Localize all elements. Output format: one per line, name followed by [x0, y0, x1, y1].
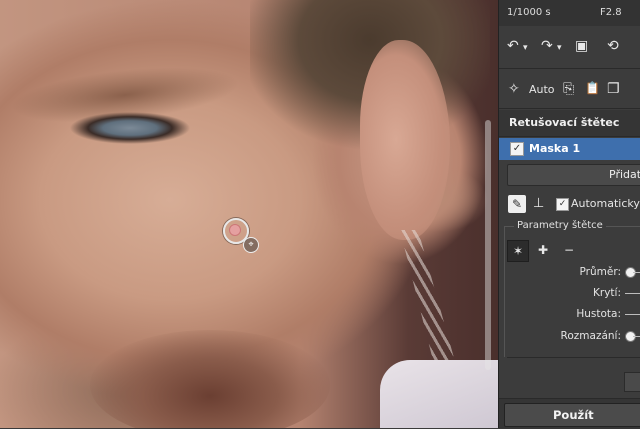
- density-label: Hustota:: [576, 308, 621, 320]
- copy-icon[interactable]: ⎘: [563, 81, 574, 97]
- redo-icon[interactable]: ↷: [541, 38, 553, 54]
- brush-modes: ✶ ✚ −: [507, 240, 640, 262]
- clone-source-icon: ⌖: [243, 237, 259, 253]
- right-panel: 1/1000 s F2.8 ↶ ▾ ↷ ▾ ▣ ⟲ ✧ Auto ⎘ 📋 ❐ R…: [498, 0, 640, 429]
- brush-mode-icon[interactable]: ✎: [508, 195, 526, 213]
- apply-label: Použít: [553, 408, 594, 422]
- mask-checkbox[interactable]: ✓: [510, 142, 524, 156]
- clone-stamp-icon[interactable]: ⊥: [533, 196, 544, 211]
- paste-icon[interactable]: 📋: [585, 81, 600, 95]
- photo-eye: [50, 108, 210, 150]
- photo-mouth: [90, 330, 330, 428]
- apply-bar: Použít: [499, 398, 640, 429]
- size-label: Průměr:: [579, 266, 621, 278]
- feather-label: Rozmazání:: [560, 330, 621, 342]
- brush-add-icon[interactable]: ✶: [507, 240, 529, 262]
- rotate-icon[interactable]: ⟲: [607, 38, 619, 54]
- add-mask-label: Přidat: [609, 168, 640, 181]
- auto-heal-checkbox[interactable]: ✓: [556, 198, 569, 211]
- redo-menu-icon[interactable]: ▾: [557, 43, 562, 53]
- tool-options-row: ✎ ⊥ ✓ Automaticky h: [499, 192, 640, 218]
- density-slider-track[interactable]: [625, 314, 640, 315]
- duplicate-icon[interactable]: ❐: [607, 81, 620, 97]
- mask-label: Maska 1: [529, 142, 581, 155]
- brush-plus-icon[interactable]: ✚: [533, 240, 553, 260]
- undo-menu-icon[interactable]: ▾: [523, 43, 528, 53]
- image-icon[interactable]: ▣: [575, 38, 588, 54]
- brush-params-title: Parametry štětce: [514, 220, 606, 231]
- tool-section-header[interactable]: Retušovací štětec: [499, 110, 640, 137]
- history-toolbar: ↶ ▾ ↷ ▾ ▣ ⟲: [499, 30, 640, 69]
- exif-info-bar: 1/1000 s F2.8: [499, 0, 640, 26]
- feather-slider-track[interactable]: [633, 336, 640, 337]
- shutter-speed: 1/1000 s: [507, 7, 551, 18]
- aperture-value: F2.8: [600, 7, 622, 18]
- brush-minus-icon[interactable]: −: [559, 240, 579, 260]
- auto-icon[interactable]: ✧: [508, 81, 520, 97]
- tool-title: Retušovací štětec: [509, 116, 620, 129]
- photo-shirt: [380, 360, 498, 428]
- auto-heal-label: Automaticky h: [571, 197, 640, 210]
- undo-icon[interactable]: ↶: [507, 38, 519, 54]
- add-mask-button[interactable]: Přidat: [507, 164, 640, 186]
- size-slider-track[interactable]: [633, 272, 640, 273]
- brush-target-icon: [229, 224, 241, 236]
- edit-toolbar: ✧ Auto ⎘ 📋 ❐: [499, 72, 640, 109]
- photo-canvas[interactable]: ⌖: [0, 0, 498, 428]
- auto-button-label[interactable]: Auto: [529, 83, 555, 96]
- opacity-label: Krytí:: [593, 287, 621, 299]
- opacity-slider-track[interactable]: [625, 293, 640, 294]
- mask-list-item[interactable]: ✓ Maska 1: [499, 138, 640, 160]
- panel-small-button[interactable]: [624, 372, 640, 392]
- canvas-scrollbar[interactable]: [485, 120, 491, 370]
- panel-divider: [507, 357, 640, 358]
- apply-button[interactable]: Použít: [504, 403, 640, 427]
